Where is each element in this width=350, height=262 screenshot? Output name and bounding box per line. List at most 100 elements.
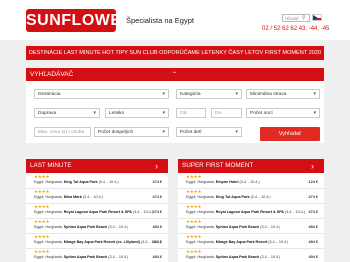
offer-text: Egypt, Hurghada, Sphinx Aqua Park Beach …: [34, 255, 129, 259]
search-placeholder: Hľadať: [285, 16, 299, 21]
nav-item-hot-tipy[interactable]: HOT TIPY: [102, 50, 128, 56]
transport-select[interactable]: Doprava ▾: [34, 108, 100, 118]
offer-text: Egypt, Hurghada, Royal Lagoon Aqua Park …: [186, 210, 306, 214]
offer-price: 484 €: [308, 225, 318, 229]
stars-rating: ★★★★: [34, 234, 50, 239]
list-item[interactable]: ★★★★ Egypt, Hurghada, King Tut Aqua Park…: [178, 188, 324, 204]
adults-label: Počet dospelých: [98, 130, 134, 135]
nights-select[interactable]: Počet nocí ▾: [246, 108, 320, 118]
list-item[interactable]: ★★★★ Egypt, Hurghada, Mirage Bay Aqua Pa…: [26, 233, 168, 249]
airport-select[interactable]: Letisko ▾: [105, 108, 169, 118]
children-select[interactable]: Počet detí ▾: [176, 127, 242, 137]
adults-select[interactable]: Počet dospelých ▾: [94, 127, 169, 137]
board-select[interactable]: Minimálna strava ▾: [246, 89, 320, 99]
offer-price: 484 €: [152, 240, 162, 244]
offer-price: 494 €: [308, 255, 318, 259]
nav-item-letenky[interactable]: LETENKY: [201, 50, 227, 56]
page: SUNFLOWER Špecialista na Egypt Hľadať ⚲ …: [0, 0, 350, 262]
chevron-up-icon[interactable]: ⌃: [172, 72, 177, 78]
last-minute-title: LAST MINUTE: [30, 162, 72, 169]
children-label: Počet detí: [180, 130, 202, 135]
date-to-input[interactable]: Do: [211, 108, 242, 118]
stars-rating: ★★★★: [186, 174, 202, 179]
nav-item-casy-letov[interactable]: ČASY LETOV: [228, 50, 263, 56]
max-price-placeholder: Max. cena (s) / osoba: [38, 130, 85, 135]
offer-price: 484 €: [308, 240, 318, 244]
finder-title: VYHĽADÁVAČ: [30, 71, 74, 78]
first-moment-list: ★★★★ Egypt, Hurghada, Empire Hotel (3.4.…: [178, 173, 324, 262]
phone-number: 02 / 52 62 62 43, -44, -45: [262, 26, 330, 32]
date-from-input[interactable]: Od: [176, 108, 206, 118]
category-select[interactable]: Kategória ▾: [176, 89, 242, 99]
stars-rating: ★★★★: [186, 234, 202, 239]
stars-rating: ★★★★: [186, 204, 202, 209]
chevron-down-icon: ▾: [235, 91, 238, 97]
offer-text: Egypt, Hurghada, Mina Mark (3.4. - 10.4.…: [34, 195, 103, 199]
offer-text: Egypt, Hurghada, King Tut Aqua Park (3.4…: [34, 180, 119, 184]
offer-text: Egypt, Hurghada, Sphinx Aqua Park Beach …: [186, 255, 281, 259]
offer-price: 474 €: [152, 180, 162, 184]
list-item[interactable]: ★★★★ Egypt, Hurghada, Empire Hotel (3.4.…: [178, 173, 324, 189]
offer-price: 474 €: [308, 195, 318, 199]
list-item[interactable]: ★★★★ Egypt, Hurghada, Royal Lagoon Aqua …: [26, 203, 168, 219]
nav-item-odporucame[interactable]: ODPORÚČAME: [159, 50, 200, 56]
offer-price: 474 €: [152, 210, 162, 214]
chevron-down-icon: ▾: [93, 110, 96, 116]
nav-item-first-moment[interactable]: FIRST MOMENT 2020: [265, 50, 321, 56]
stars-rating: ★★★★: [34, 174, 50, 179]
max-price-input[interactable]: Max. cena (s) / osoba: [34, 127, 91, 137]
list-item[interactable]: ★★★★ Egypt, Hurghada, King Tut Aqua Park…: [26, 173, 168, 189]
nav-item-destinacie[interactable]: DESTINÁCIE: [29, 50, 63, 56]
last-minute-list: ★★★★ Egypt, Hurghada, King Tut Aqua Park…: [26, 173, 168, 262]
nav-item-sun-club[interactable]: SUN CLUB: [129, 50, 157, 56]
chevron-right-icon[interactable]: ›: [311, 161, 320, 171]
main-nav: DESTINÁCIE LAST MINUTE HOT TIPY SUN CLUB…: [26, 46, 324, 60]
last-minute-header[interactable]: LAST MINUTE ›: [26, 159, 168, 173]
offer-text: Egypt, Hurghada, Royal Lagoon Aqua Park …: [34, 210, 154, 214]
offer-price: 474 €: [152, 195, 162, 199]
offer-price: 474 €: [308, 210, 318, 214]
header: SUNFLOWER Špecialista na Egypt Hľadať ⚲ …: [0, 0, 350, 40]
nav-item-last-minute[interactable]: LAST MINUTE: [64, 50, 101, 56]
destination-select[interactable]: Destinácia ▾: [34, 89, 169, 99]
board-label: Minimálna strava: [250, 92, 287, 97]
stars-rating: ★★★★: [186, 219, 202, 224]
stars-rating: ★★★★: [34, 204, 50, 209]
list-item[interactable]: ★★★★ Egypt, Hurghada, Mirage Bay Aqua Pa…: [178, 233, 324, 249]
category-label: Kategória: [180, 92, 201, 97]
list-item[interactable]: ★★★★ Egypt, Hurghada, Sphinx Aqua Park B…: [178, 248, 324, 262]
czech-flag-icon[interactable]: [312, 14, 322, 21]
chevron-down-icon: ▾: [313, 110, 316, 116]
stars-rating: ★★★★: [186, 249, 202, 254]
search-icon[interactable]: ⚲: [302, 15, 306, 21]
chevron-down-icon: ▾: [162, 110, 165, 116]
offer-text: Egypt, Hurghada, Sphinx Aqua Park Beach …: [186, 225, 281, 229]
offer-text: Egypt, Hurghada, Mirage Bay Aqua Park Re…: [186, 240, 289, 244]
offer-price: 124 €: [308, 180, 318, 184]
finder-header[interactable]: VYHĽADÁVAČ ⌃: [26, 68, 324, 81]
airport-label: Letisko: [109, 111, 125, 116]
nights-label: Počet nocí: [250, 111, 273, 116]
stars-rating: ★★★★: [34, 189, 50, 194]
chevron-down-icon: ▾: [162, 91, 165, 97]
search-button[interactable]: Vyhľadať: [260, 127, 320, 141]
offer-price: 484 €: [152, 255, 162, 259]
logo[interactable]: SUNFLOWER: [26, 9, 133, 32]
stars-rating: ★★★★: [34, 249, 50, 254]
transport-label: Doprava: [38, 111, 57, 116]
list-item[interactable]: ★★★★ Egypt, Hurghada, Mina Mark (3.4. - …: [26, 188, 168, 204]
offer-text: Egypt, Hurghada, King Tut Aqua Park (3.4…: [186, 195, 271, 199]
offer-text: Egypt, Hurghada, Mirage Bay Aqua Park Re…: [34, 240, 161, 244]
chevron-down-icon: ▾: [162, 129, 165, 135]
destination-label: Destinácia: [38, 92, 61, 97]
stars-rating: ★★★★: [34, 219, 50, 224]
date-from-label: Od: [180, 111, 187, 116]
first-moment-header[interactable]: SUPER FIRST MOMENT ›: [178, 159, 324, 173]
first-moment-title: SUPER FIRST MOMENT: [182, 162, 254, 169]
list-item[interactable]: ★★★★ Egypt, Hurghada, Sphinx Aqua Park B…: [178, 218, 324, 234]
list-item[interactable]: ★★★★ Egypt, Hurghada, Sphinx Aqua Park B…: [26, 218, 168, 234]
chevron-right-icon[interactable]: ›: [155, 161, 164, 171]
tagline: Špecialista na Egypt: [126, 16, 194, 25]
list-item[interactable]: ★★★★ Egypt, Hurghada, Sphinx Aqua Park B…: [26, 248, 168, 262]
list-item[interactable]: ★★★★ Egypt, Hurghada, Royal Lagoon Aqua …: [178, 203, 324, 219]
